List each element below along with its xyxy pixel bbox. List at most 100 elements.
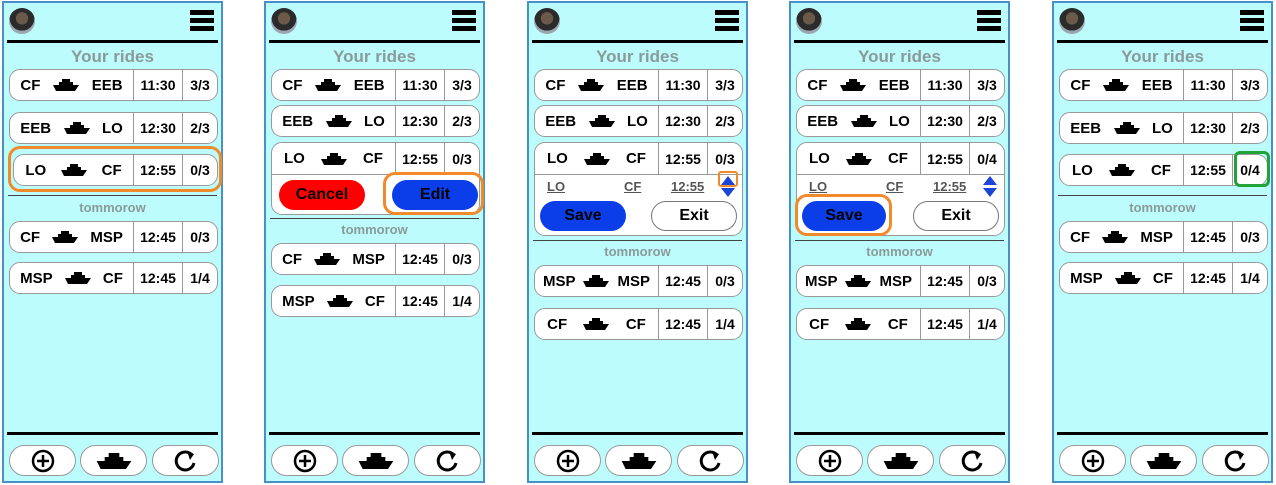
phone-screen-2: Your rides CF EEB 11:30 3/3 EEB LO 12:30 2/3… (264, 1, 485, 483)
hamburger-menu-icon[interactable] (977, 10, 1001, 32)
tomorrow-heading: tommorow (341, 222, 408, 237)
exit-button[interactable]: Exit (913, 201, 999, 231)
plus-circle-icon (293, 449, 316, 472)
boat-icon (1146, 453, 1182, 469)
boat-icon (845, 318, 871, 330)
updated-seats-highlight (1234, 151, 1270, 187)
hamburger-menu-icon[interactable] (190, 10, 214, 32)
ride-row[interactable]: CF EEB 11:30 3/3 (271, 69, 480, 101)
boat-icon (1103, 79, 1129, 91)
ride-row-selected[interactable]: LO CF 12:55 0/3 (13, 154, 218, 186)
refresh-button[interactable] (1202, 445, 1269, 476)
boat-icon (326, 115, 352, 127)
phone-screen-1: Your rides CF EEB 11:30 3/3 EEB LO 12:30 2/3… (2, 1, 223, 483)
hamburger-menu-icon[interactable] (1240, 10, 1264, 32)
ride-row-editing: LO CF 12:55 0/4 LO CF 12:55 Save Exit (795, 142, 1005, 236)
ride-row[interactable]: MSP MSP 12:45 0/3 (796, 265, 1005, 297)
ride-row[interactable]: CF EEB 11:30 3/3 (796, 69, 1005, 101)
ride-row[interactable]: MSP CF 12:45 1/4 (1059, 262, 1268, 294)
save-button[interactable]: Save (802, 201, 886, 231)
refresh-icon (436, 449, 457, 471)
from-field[interactable]: LO (809, 179, 827, 194)
boat-icon (314, 253, 340, 265)
ride-row[interactable]: CF EEB 11:30 3/3 (534, 69, 743, 101)
edit-button[interactable]: Edit (392, 180, 478, 210)
refresh-button[interactable] (939, 445, 1006, 476)
add-button[interactable] (9, 445, 76, 476)
ride-row[interactable]: MSP CF 12:45 1/4 (271, 285, 480, 317)
time-field[interactable]: 12:55 (671, 179, 704, 194)
ride-row[interactable]: EEB LO 12:30 2/3 (1059, 112, 1268, 144)
user-avatar[interactable] (796, 8, 822, 34)
add-button[interactable] (271, 445, 338, 476)
boat-icon (53, 79, 79, 91)
rides-button[interactable] (1130, 445, 1197, 476)
rides-button[interactable] (342, 445, 409, 476)
section-divider (533, 240, 742, 241)
hamburger-menu-icon[interactable] (715, 10, 739, 32)
your-rides-heading: Your rides (71, 47, 154, 66)
boat-icon (1109, 164, 1135, 176)
ride-row[interactable]: CF CF 12:45 1/4 (796, 308, 1005, 340)
boat-icon (52, 231, 78, 243)
add-button[interactable] (796, 445, 863, 476)
tomorrow-heading: tommorow (866, 244, 933, 259)
boat-icon (851, 115, 877, 127)
hamburger-menu-icon[interactable] (452, 10, 476, 32)
refresh-icon (961, 449, 982, 471)
user-avatar[interactable] (1059, 8, 1085, 34)
ride-row[interactable]: CF CF 12:45 1/4 (534, 308, 743, 340)
ride-row[interactable]: EEB LO 12:30 2/3 (9, 112, 218, 144)
boat-icon (840, 79, 866, 91)
refresh-button[interactable] (152, 445, 219, 476)
time-field[interactable]: 12:55 (933, 179, 966, 194)
phone-screen-4: Your rides CF EEB 11:30 3/3 EEB LO 12:30 2/3… (789, 1, 1010, 483)
user-avatar[interactable] (271, 8, 297, 34)
footer-divider (269, 432, 480, 435)
add-button[interactable] (534, 445, 601, 476)
ride-row-selected[interactable]: LO CF 12:55 0/3 (272, 143, 479, 175)
ride-row[interactable]: CF MSP 12:45 0/3 (1059, 221, 1268, 253)
tomorrow-heading: tommorow (79, 200, 146, 215)
from-field[interactable]: LO (547, 179, 565, 194)
boat-icon (96, 453, 132, 469)
rides-button[interactable] (867, 445, 934, 476)
plus-circle-icon (1081, 449, 1104, 472)
boat-icon (321, 153, 347, 165)
seats-stepper-icon[interactable] (720, 175, 736, 199)
ride-row[interactable]: CF MSP 12:45 0/3 (271, 243, 480, 275)
rides-button[interactable] (605, 445, 672, 476)
cancel-button[interactable]: Cancel (279, 180, 365, 210)
your-rides-heading: Your rides (333, 47, 416, 66)
ride-row[interactable]: CF EEB 11:30 3/3 (1059, 69, 1268, 101)
to-field[interactable]: CF (624, 179, 641, 194)
ride-row[interactable]: CF MSP 12:45 0/3 (9, 221, 218, 253)
ride-row-selected[interactable]: LO CF 12:55 0/4 (797, 143, 1004, 175)
ride-row[interactable]: MSP CF 12:45 1/4 (9, 262, 218, 294)
refresh-button[interactable] (414, 445, 481, 476)
exit-button[interactable]: Exit (651, 201, 737, 231)
boat-icon (65, 272, 91, 284)
user-avatar[interactable] (9, 8, 35, 34)
rides-button[interactable] (80, 445, 147, 476)
ride-row[interactable]: EEB LO 12:30 2/3 (534, 105, 743, 137)
ride-row-selected[interactable]: LO CF 12:55 0/3 (535, 143, 742, 175)
boat-icon (1102, 231, 1128, 243)
ride-row[interactable]: EEB LO 12:30 2/3 (796, 105, 1005, 137)
ride-row-editing: LO CF 12:55 0/3 LO CF 12:55 Save Exit (534, 142, 743, 236)
refresh-button[interactable] (677, 445, 744, 476)
boat-icon (883, 453, 919, 469)
phone-screen-3: Your rides CF EEB 11:30 3/3 EEB LO 12:30 2/3… (527, 1, 748, 483)
save-button[interactable]: Save (540, 201, 626, 231)
boat-icon (1114, 122, 1140, 134)
ride-row[interactable]: CF EEB 11:30 3/3 (9, 69, 218, 101)
edit-fields-row: LO CF 12:55 (535, 171, 742, 199)
boat-icon (578, 79, 604, 91)
to-field[interactable]: CF (886, 179, 903, 194)
ride-row[interactable]: EEB LO 12:30 2/3 (271, 105, 480, 137)
seats-stepper-icon[interactable] (982, 175, 998, 199)
ride-row[interactable]: MSP MSP 12:45 0/3 (534, 265, 743, 297)
section-divider (795, 240, 1004, 241)
user-avatar[interactable] (534, 8, 560, 34)
add-button[interactable] (1059, 445, 1126, 476)
